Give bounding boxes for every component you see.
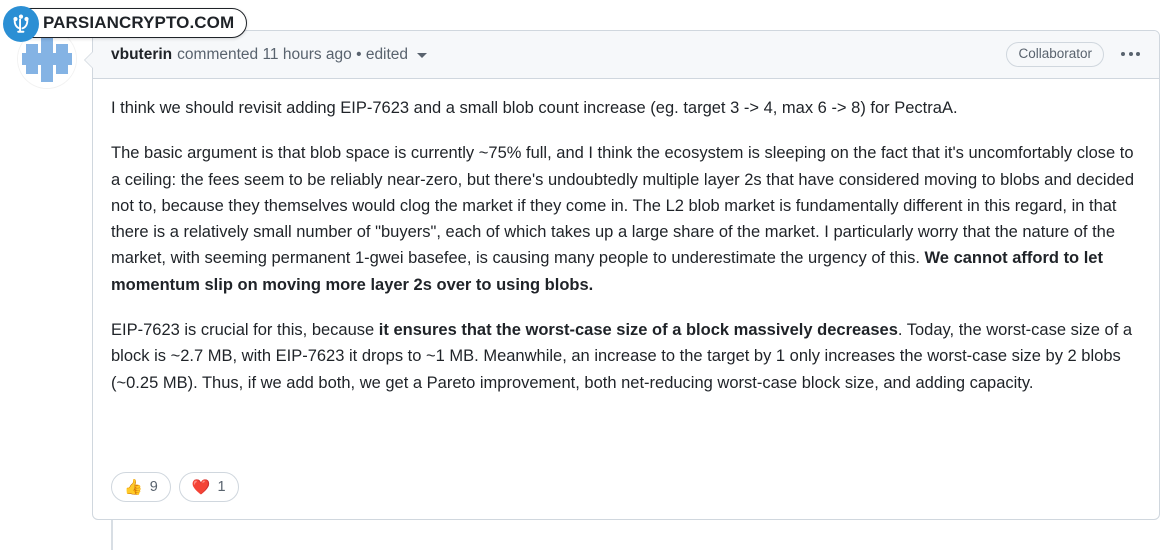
reaction-heart[interactable]: ❤️ 1 bbox=[178, 472, 239, 502]
github-comment-page: vbuterin commented 11 hours ago • edited… bbox=[0, 0, 1168, 550]
comment-paragraph-2: The basic argument is that blob space is… bbox=[111, 140, 1141, 298]
chevron-down-icon[interactable] bbox=[417, 53, 428, 58]
reaction-count-heart: 1 bbox=[217, 479, 226, 495]
reaction-thumbs-up[interactable]: 👍 9 bbox=[111, 472, 171, 502]
heart-emoji: ❤️ bbox=[191, 478, 211, 496]
comment-header-actions: Collaborator bbox=[1006, 42, 1143, 67]
comment-body: I think we should revisit adding EIP-762… bbox=[93, 79, 1159, 396]
comment-meta: vbuterin commented 11 hours ago • edited bbox=[111, 45, 428, 64]
comment-author[interactable]: vbuterin bbox=[111, 46, 172, 64]
reaction-count-thumbs-up: 9 bbox=[149, 479, 158, 495]
comment-paragraph-3: EIP-7623 is crucial for this, because it… bbox=[111, 317, 1141, 396]
thumbs-up-emoji: 👍 bbox=[124, 478, 143, 496]
comment-paragraph-1: I think we should revisit adding EIP-762… bbox=[111, 99, 958, 117]
comment-tail-fill bbox=[85, 51, 94, 69]
comment-header: vbuterin commented 11 hours ago • edited… bbox=[93, 31, 1159, 79]
comment-timestamp: commented 11 hours ago • edited bbox=[177, 45, 409, 63]
paragraph-3-text-lead: EIP-7623 is crucial for this, because bbox=[111, 321, 379, 340]
reaction-bar: 👍 9 ❤️ 1 bbox=[111, 472, 239, 502]
paragraph-3-emphasis: it ensures that the worst-case size of a… bbox=[378, 321, 898, 340]
watermark-badge: PARSIANCRYPTO.COM bbox=[3, 6, 248, 42]
watermark-text: PARSIANCRYPTO.COM bbox=[43, 13, 235, 32]
kebab-horizontal-icon[interactable] bbox=[1118, 48, 1143, 60]
parsiancrypto-logo-icon bbox=[3, 6, 39, 42]
status-badge-collaborator: Collaborator bbox=[1006, 42, 1104, 67]
comment-card: vbuterin commented 11 hours ago • edited… bbox=[84, 30, 1160, 520]
